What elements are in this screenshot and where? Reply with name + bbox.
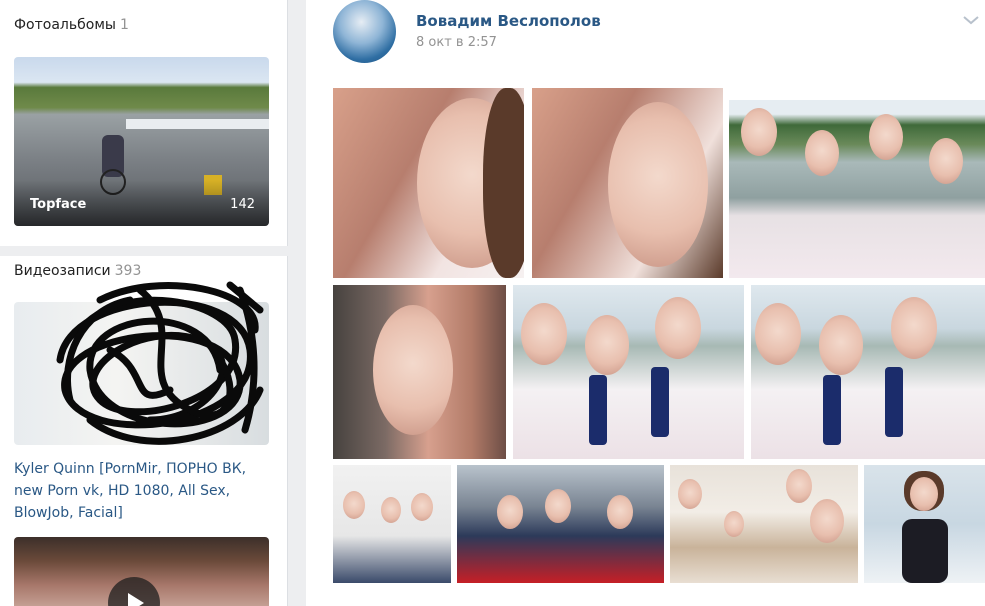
photo-hair bbox=[483, 88, 524, 278]
microphone bbox=[885, 367, 903, 437]
photo-face bbox=[929, 138, 963, 184]
photo-face bbox=[585, 315, 629, 375]
post-photo-3[interactable] bbox=[729, 100, 985, 278]
photo-albums-count: 1 bbox=[119, 17, 129, 33]
post-photo-1[interactable] bbox=[333, 88, 524, 278]
photo-body bbox=[902, 519, 948, 583]
post-photo-10[interactable] bbox=[864, 465, 985, 583]
photo-face bbox=[869, 114, 903, 160]
photo-face bbox=[381, 497, 401, 523]
microphone bbox=[823, 375, 841, 445]
chevron-down-icon[interactable] bbox=[962, 14, 980, 26]
photo-face bbox=[607, 495, 633, 529]
album-name: Topface bbox=[30, 197, 87, 212]
photo-albums-title: Фотоальбомы bbox=[14, 17, 116, 33]
post-photo-9[interactable] bbox=[670, 465, 858, 583]
post-photo-6[interactable] bbox=[751, 285, 985, 459]
photo-face bbox=[786, 469, 812, 503]
microphone bbox=[651, 367, 669, 437]
post-photo-4[interactable] bbox=[333, 285, 506, 459]
photo-face bbox=[810, 499, 844, 543]
photo-face bbox=[891, 297, 937, 359]
video-title-link[interactable]: Kyler Quinn [PornMir, ПОРНО ВК, new Porn… bbox=[14, 458, 274, 524]
post-author-link[interactable]: Вовадим Веслополов bbox=[416, 12, 601, 30]
scribble-censor bbox=[56, 281, 264, 445]
album-tent bbox=[126, 119, 269, 129]
photo-face bbox=[805, 130, 839, 176]
photo-face bbox=[411, 493, 433, 521]
photo-face bbox=[343, 491, 365, 519]
album-photo-count: 142 bbox=[230, 197, 255, 212]
post-photo-5[interactable] bbox=[513, 285, 744, 459]
photo-face bbox=[655, 297, 701, 359]
photo-face bbox=[373, 305, 453, 435]
photo-face bbox=[910, 477, 938, 511]
photo-face bbox=[819, 315, 863, 375]
photo-albums-header[interactable]: Фотоальбомы 1 bbox=[14, 17, 129, 33]
post-date[interactable]: 8 окт в 2:57 bbox=[416, 35, 497, 50]
photo-face bbox=[521, 303, 567, 365]
post-photo-7[interactable] bbox=[333, 465, 451, 583]
photo-face bbox=[741, 108, 777, 156]
photo-face bbox=[497, 495, 523, 529]
album-thumbnail[interactable]: Topface 142 bbox=[14, 57, 269, 226]
post-photo-2[interactable] bbox=[532, 88, 723, 278]
photo-face bbox=[678, 479, 702, 509]
microphone bbox=[589, 375, 607, 445]
post-photo-8[interactable] bbox=[457, 465, 664, 583]
photo-face bbox=[724, 511, 744, 537]
photo-face bbox=[755, 303, 801, 365]
photo-face bbox=[545, 489, 571, 523]
author-avatar[interactable] bbox=[333, 0, 396, 63]
photo-face bbox=[608, 102, 708, 267]
